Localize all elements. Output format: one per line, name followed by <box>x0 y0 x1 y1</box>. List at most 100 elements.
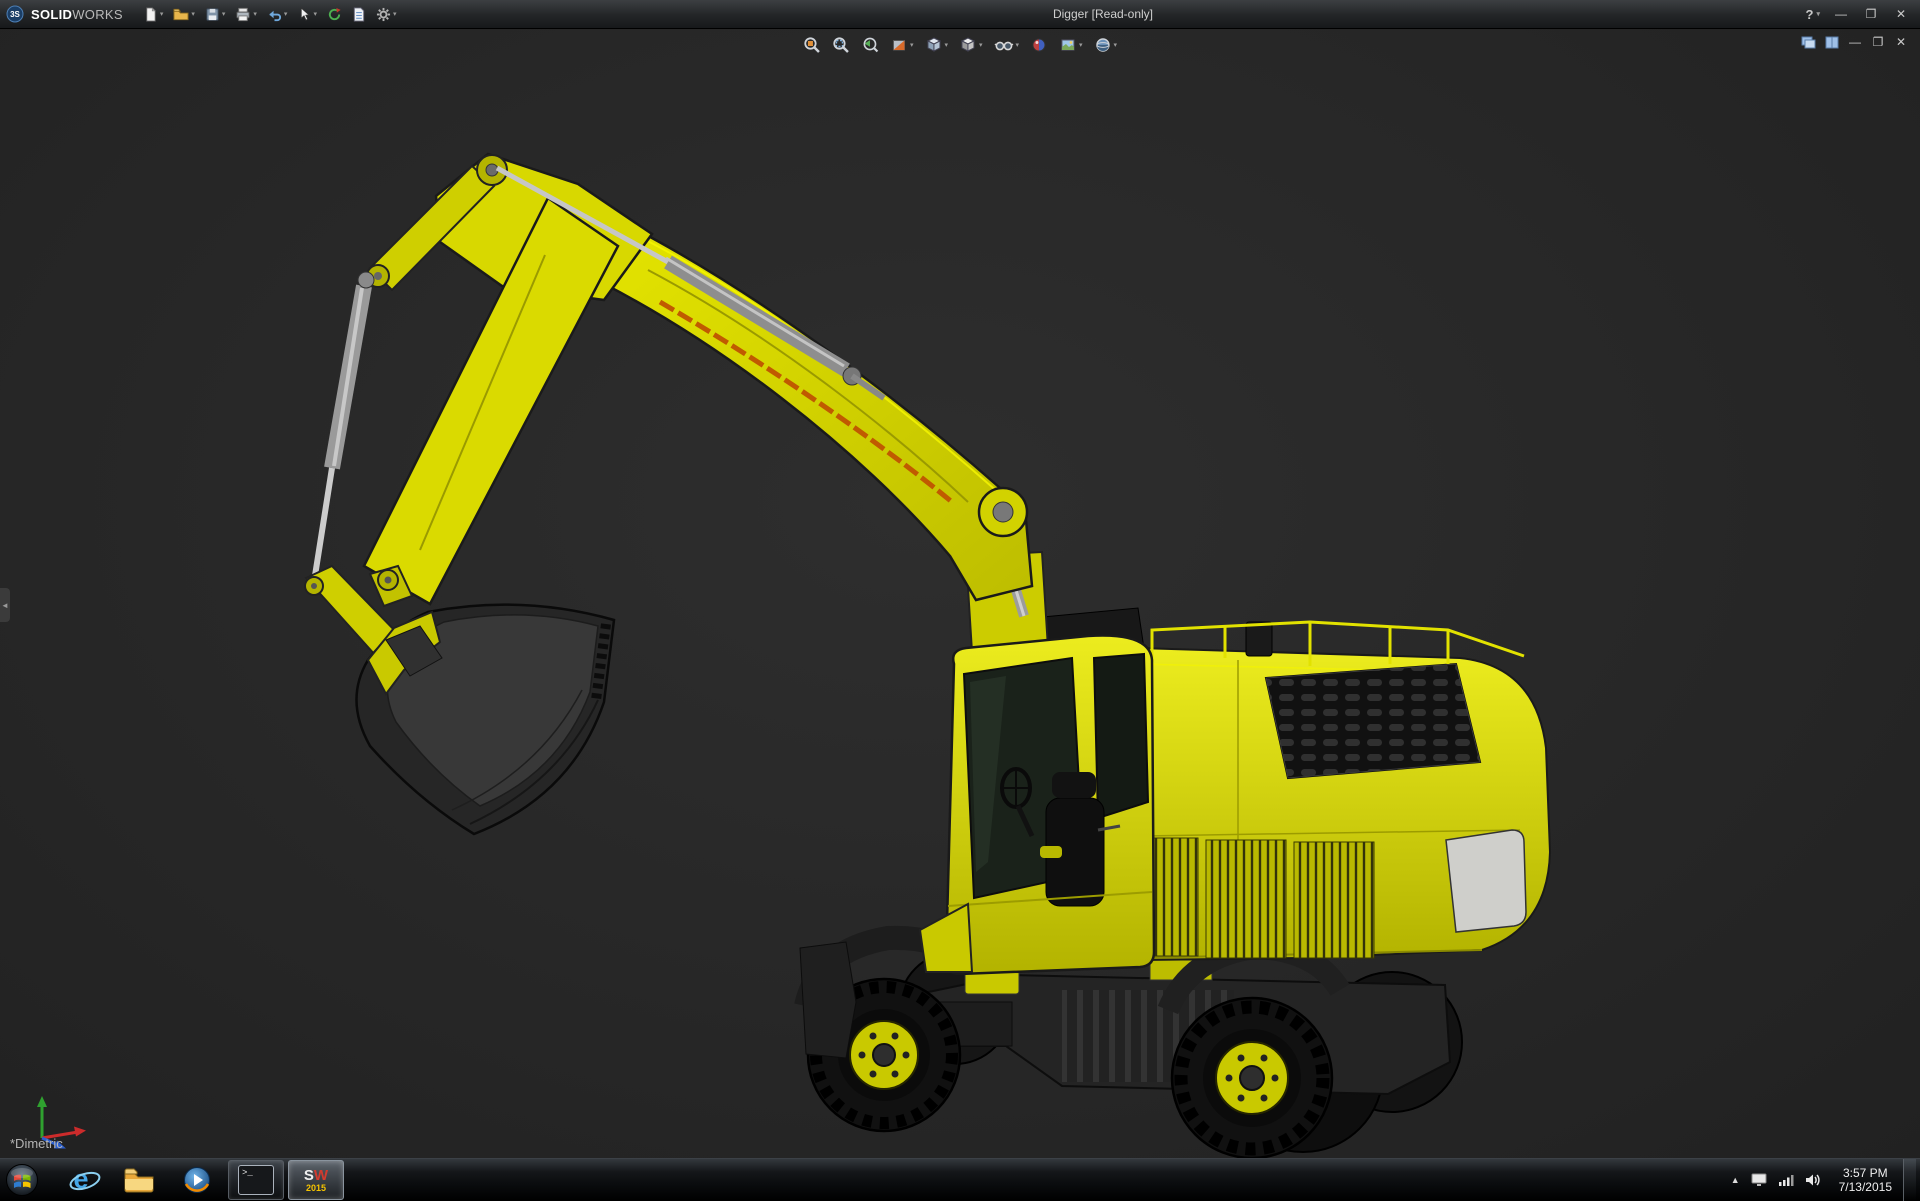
zoom-to-area-icon <box>833 37 849 53</box>
print-icon <box>236 7 250 21</box>
boom-assembly <box>304 152 1050 658</box>
dropdown-caret-icon[interactable]: ▾ <box>944 42 948 49</box>
open-button[interactable]: ▾ <box>169 5 199 24</box>
show-desktop-button[interactable] <box>1903 1159 1916 1201</box>
file-properties-icon <box>353 6 365 22</box>
dropdown-caret-icon[interactable]: ▾ <box>979 42 983 49</box>
edit-appearance-button[interactable] <box>1027 34 1051 56</box>
dropdown-caret-icon[interactable]: ▾ <box>313 11 317 18</box>
dropdown-caret-icon[interactable]: ▾ <box>1079 42 1083 49</box>
windows-start-icon <box>6 1164 38 1196</box>
graphics-viewport[interactable]: ▾ ▾ ▾ ▾ ▾ ▾ — ❐ ✕ ◄ *Dimetric <box>0 28 1920 1158</box>
options-gear-icon <box>376 7 391 21</box>
dropdown-caret-icon[interactable]: ▾ <box>1816 11 1820 18</box>
dropdown-caret-icon[interactable]: ▾ <box>253 11 257 18</box>
command-prompt-icon: >_ <box>238 1165 274 1195</box>
taskbar-item-command-prompt[interactable]: >_ <box>228 1160 284 1200</box>
taskbar-item-file-explorer[interactable] <box>112 1161 166 1199</box>
brand-text: SOLIDWORKS <box>31 6 123 22</box>
network-icon[interactable] <box>1778 1173 1794 1187</box>
help-button[interactable]: ? ▾ <box>1806 7 1820 22</box>
feature-tree-collapse-tab[interactable]: ◄ <box>0 588 10 622</box>
dropdown-caret-icon[interactable]: ▾ <box>1114 42 1118 49</box>
internet-explorer-icon: e <box>70 1165 101 1194</box>
hide-show-glasses-icon <box>994 41 1013 51</box>
print-button[interactable]: ▾ <box>231 5 261 24</box>
rebuild-icon <box>328 7 341 20</box>
zoom-to-fit-button[interactable] <box>800 34 824 56</box>
undo-icon <box>269 10 281 21</box>
tray-app-icon[interactable] <box>1751 1173 1767 1187</box>
taskbar-clock[interactable]: 3:57 PM 7/13/2015 <box>1839 1166 1892 1194</box>
digger-model[interactable] <box>0 28 1920 1158</box>
save-button[interactable]: ▾ <box>201 5 230 24</box>
dropdown-caret-icon[interactable]: ▾ <box>393 11 397 18</box>
dropdown-caret-icon[interactable]: ▾ <box>160 11 164 18</box>
start-button[interactable] <box>0 1159 44 1201</box>
new-window-icon[interactable] <box>1801 36 1816 49</box>
taskbar-item-media-player[interactable] <box>170 1161 224 1199</box>
headsup-view-toolbar: ▾ ▾ ▾ ▾ ▾ ▾ <box>800 34 1120 56</box>
bucket <box>355 603 616 836</box>
view-settings-icon <box>1095 38 1110 52</box>
tray-expand-icon[interactable]: ▲ <box>1731 1175 1740 1185</box>
hide-show-items-button[interactable]: ▾ <box>991 34 1023 56</box>
zoom-to-area-button[interactable] <box>829 34 853 56</box>
view-settings-button[interactable]: ▾ <box>1091 34 1121 56</box>
section-view-icon <box>892 40 905 51</box>
taskbar-app-icons: e >_ SW 2015 <box>54 1159 344 1201</box>
solidworks-app-icon: SW 2015 <box>303 1166 329 1193</box>
rebuild-button[interactable] <box>323 5 346 24</box>
minimize-button[interactable]: — <box>1832 7 1850 21</box>
zoom-to-fit-icon <box>804 37 820 53</box>
save-icon <box>206 7 219 21</box>
file-properties-button[interactable] <box>348 5 370 24</box>
display-style-button[interactable]: ▾ <box>956 34 986 56</box>
rear-wheel <box>1170 996 1334 1158</box>
display-style-icon <box>960 37 976 52</box>
cab <box>918 634 1156 976</box>
volume-icon[interactable] <box>1805 1173 1822 1187</box>
select-button[interactable]: ▾ <box>293 5 321 24</box>
previous-view-icon <box>863 37 879 53</box>
new-document-button[interactable]: ▾ <box>139 5 168 24</box>
split-window-icon[interactable] <box>1825 36 1839 49</box>
window-title: Digger [Read-only] <box>1052 7 1154 21</box>
taskbar-item-solidworks-2015[interactable]: SW 2015 <box>288 1160 344 1200</box>
dropdown-caret-icon[interactable]: ▾ <box>191 11 195 18</box>
solidworks-logo: 3S SOLIDWORKS <box>6 5 123 23</box>
previous-view-button[interactable] <box>858 34 882 56</box>
view-orientation-label: *Dimetric <box>10 1136 63 1151</box>
restore-button[interactable]: ❐ <box>1862 7 1880 21</box>
doc-close-button[interactable]: ✕ <box>1894 35 1908 49</box>
dropdown-caret-icon[interactable]: ▾ <box>1016 42 1020 49</box>
apply-scene-button[interactable]: ▾ <box>1056 34 1086 56</box>
select-cursor-icon <box>301 6 311 21</box>
system-tray: ▲ 3:57 PM 7/13/2015 <box>1731 1159 1920 1201</box>
close-button[interactable]: ✕ <box>1892 7 1910 21</box>
titlebar: 3S SOLIDWORKS ▾ ▾ ▾ ▾ ▾ ▾ ▾ Digger [Read… <box>0 0 1920 29</box>
options-button[interactable]: ▾ <box>372 5 401 24</box>
svg-text:3S: 3S <box>10 10 20 19</box>
open-folder-icon <box>173 8 189 20</box>
clock-time: 3:57 PM <box>1842 1166 1888 1180</box>
taskbar-item-internet-explorer[interactable]: e <box>54 1161 108 1199</box>
media-player-icon <box>184 1167 210 1193</box>
view-orientation-button[interactable]: ▾ <box>921 34 951 56</box>
doc-restore-button[interactable]: ❐ <box>1871 35 1885 49</box>
dropdown-caret-icon[interactable]: ▾ <box>222 11 226 18</box>
new-document-icon <box>146 6 156 22</box>
dropdown-caret-icon[interactable]: ▾ <box>284 11 288 18</box>
dropdown-caret-icon[interactable]: ▾ <box>910 42 914 49</box>
section-view-button[interactable]: ▾ <box>887 34 917 56</box>
3ds-logo-icon: 3S <box>6 5 24 23</box>
taskbar: e >_ SW 2015 ▲ 3:57 PM 7/13/2015 <box>0 1158 1920 1201</box>
front-support <box>799 941 857 1059</box>
help-label: ? <box>1805 6 1814 22</box>
doc-minimize-button[interactable]: — <box>1848 35 1862 49</box>
folder-icon <box>124 1168 154 1193</box>
apply-scene-icon <box>1061 39 1075 51</box>
undo-button[interactable]: ▾ <box>263 5 292 24</box>
document-window-controls: — ❐ ✕ <box>1801 35 1908 49</box>
view-orientation-cube-icon <box>926 37 941 52</box>
